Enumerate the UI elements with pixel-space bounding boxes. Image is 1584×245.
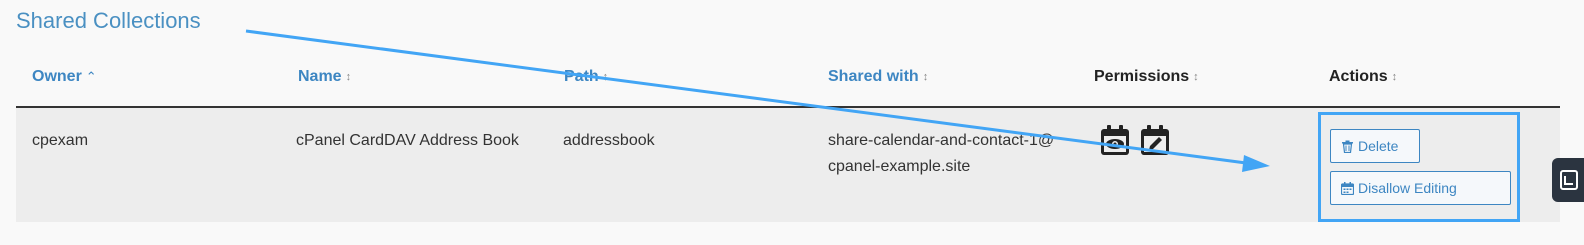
- sort-icon: ↕: [1193, 71, 1199, 83]
- permissions-cell: [1100, 124, 1170, 156]
- shared-with-line-2: cpanel-example.site: [828, 158, 971, 175]
- column-header-shared-with[interactable]: Shared with ↕: [828, 68, 928, 86]
- column-header-owner[interactable]: Owner ⌃: [32, 68, 97, 86]
- owner-cell: cpexam: [32, 132, 89, 149]
- calendar-icon: [1341, 181, 1354, 195]
- name-cell: cPanel CardDAV Address Book: [296, 132, 519, 149]
- collapse-icon: [1560, 170, 1578, 190]
- calendar-view-icon: [1101, 125, 1129, 155]
- sort-icon: ↕: [345, 71, 352, 83]
- column-header-permissions[interactable]: Permissions ↕: [1094, 68, 1199, 86]
- sort-icon: ↕: [922, 71, 929, 83]
- column-header-actions[interactable]: Actions ↕: [1329, 68, 1397, 86]
- sort-icon: ↕: [602, 71, 609, 83]
- column-header-name[interactable]: Name ↕: [298, 68, 351, 86]
- path-cell: addressbook: [563, 132, 655, 149]
- sort-icon: ↕: [1391, 71, 1398, 83]
- actions-cell: Delete Disallow Editing: [1318, 112, 1520, 222]
- shared-with-cell: share-calendar-and-contact-1@ cpanel-exa…: [828, 128, 1054, 180]
- column-header-path[interactable]: Path ↕: [564, 68, 608, 86]
- calendar-edit-icon: [1141, 125, 1169, 155]
- sort-ascending-icon: ⌃: [85, 69, 97, 84]
- section-title: Shared Collections: [16, 8, 201, 33]
- shared-with-line-1: share-calendar-and-contact-1@: [828, 132, 1055, 149]
- disallow-editing-button[interactable]: Disallow Editing: [1330, 171, 1511, 205]
- trash-icon: [1342, 140, 1353, 153]
- side-panel-tab[interactable]: [1552, 158, 1584, 202]
- table-row: cpexam cPanel CardDAV Address Book addre…: [16, 108, 1560, 222]
- table-header: Owner ⌃ Name ↕ Path ↕ Shared with ↕ Perm…: [16, 58, 1560, 108]
- delete-button[interactable]: Delete: [1330, 129, 1420, 163]
